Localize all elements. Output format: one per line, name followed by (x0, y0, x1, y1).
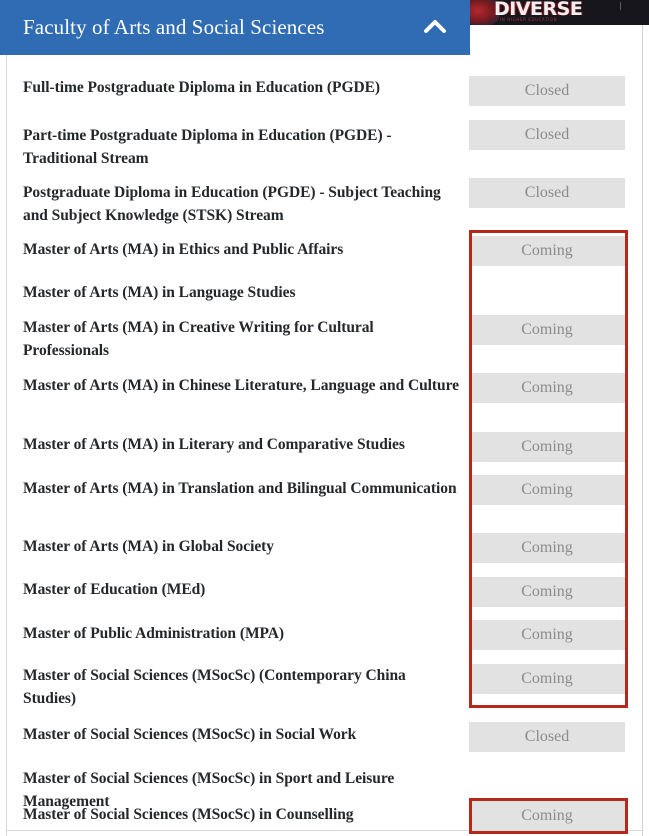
status-button-closed[interactable]: Closed (469, 722, 625, 752)
course-title: Master of Arts (MA) in Creative Writing … (23, 319, 374, 359)
banner-subtitle: IN HIGHER EDUCATION (500, 17, 558, 22)
course-title: Master of Social Sciences (MSocSc) in So… (23, 726, 357, 743)
course-title: Master of Social Sciences (MSocSc) in Co… (23, 806, 354, 823)
course-title: Master of Arts (MA) in Literary and Comp… (23, 436, 405, 453)
status-button-coming[interactable]: Coming (469, 620, 625, 650)
course-title: Master of Public Administration (MPA) (23, 625, 285, 642)
page-surface: Faculty of Arts and Social Sciences Full… (0, 0, 649, 836)
status-button-coming[interactable]: Coming (469, 577, 625, 607)
course-title: Master of Arts (MA) in Chinese Literatur… (23, 377, 459, 394)
course-list: Full-time Postgraduate Diploma in Educat… (7, 56, 642, 836)
chevron-up-icon[interactable] (419, 11, 451, 43)
status-button-coming[interactable]: Coming (469, 801, 625, 831)
course-title: Postgraduate Diploma in Education (PGDE)… (23, 184, 441, 224)
status-button-coming[interactable]: Coming (469, 315, 625, 345)
status-button-coming[interactable]: Coming (469, 475, 625, 505)
course-title: Full-time Postgraduate Diploma in Educat… (23, 79, 381, 96)
course-title: Master of Arts (MA) in Language Studies (23, 284, 296, 301)
course-title: Part-time Postgraduate Diploma in Educat… (23, 127, 392, 167)
status-button-coming[interactable]: Coming (469, 664, 625, 694)
status-button-coming[interactable]: Coming (469, 533, 625, 563)
course-title: Master of Education (MEd) (23, 581, 206, 598)
course-title: Master of Arts (MA) in Ethics and Public… (23, 241, 344, 258)
status-button-closed[interactable]: Closed (469, 178, 625, 208)
accordion-header-faculty-of-arts-and-social-sciences[interactable]: Faculty of Arts and Social Sciences (0, 0, 470, 55)
course-title: Master of Arts (MA) in Global Society (23, 538, 274, 555)
page-right-border (642, 0, 643, 836)
accordion-title: Faculty of Arts and Social Sciences (23, 15, 325, 39)
banner-tick-mark (620, 2, 621, 10)
status-button-coming[interactable]: Coming (469, 373, 625, 403)
course-title: Master of Arts (MA) in Translation and B… (23, 480, 457, 497)
status-button-closed[interactable]: Closed (469, 76, 625, 106)
status-button-coming[interactable]: Coming (469, 236, 625, 266)
course-title: Master of Social Sciences (MSocSc) (Cont… (23, 667, 406, 707)
status-button-closed[interactable]: Closed (469, 120, 625, 150)
status-button-coming[interactable]: Coming (469, 432, 625, 462)
top-banner-ad[interactable]: DIVERSE IN HIGHER EDUCATION (470, 0, 649, 25)
